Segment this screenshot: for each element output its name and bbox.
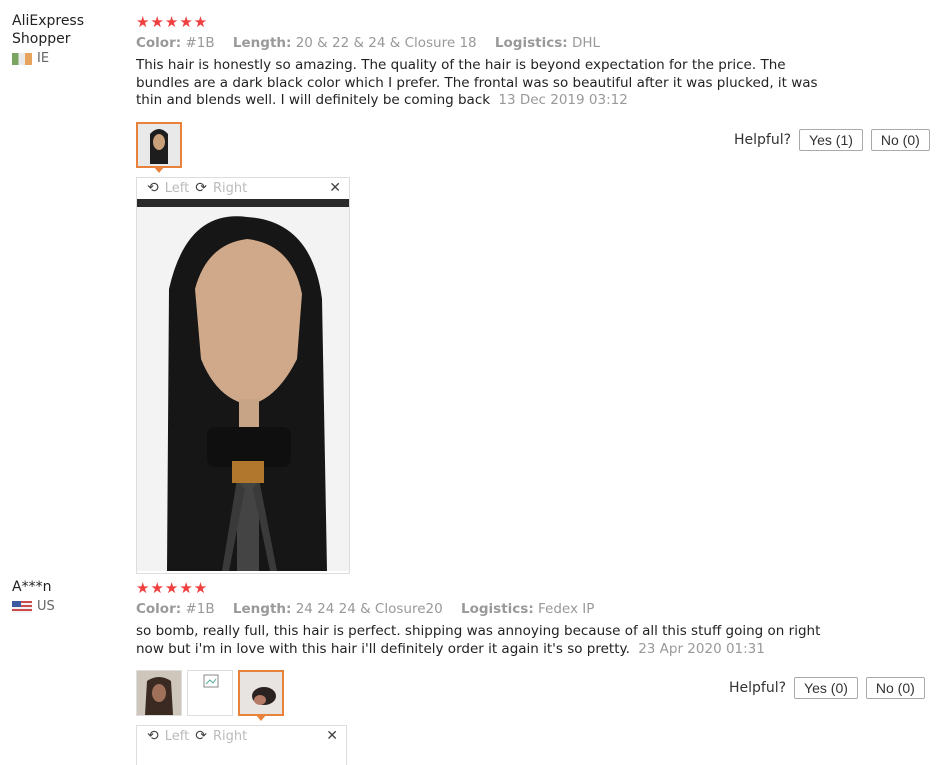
sku-info: Color: #1B Length: 20 & 22 & 24 & Closur… <box>136 35 836 51</box>
length-label: Length: <box>232 35 292 51</box>
review-thumbnails <box>136 122 182 173</box>
reviewer-country: IE <box>12 51 127 66</box>
review-photo-thumbnail[interactable] <box>136 122 182 173</box>
color-value: #1B <box>185 35 215 51</box>
reviewer-name: AliExpress Shopper <box>12 13 85 47</box>
length-label: Length: <box>232 601 292 617</box>
ireland-flag-icon <box>12 52 32 65</box>
helpful-yes-button[interactable]: Yes (0) <box>794 677 858 699</box>
length-value: 20 & 22 & 24 & Closure 18 <box>295 35 477 51</box>
helpful-label: Helpful? <box>734 132 792 148</box>
close-icon[interactable]: ✕ <box>326 728 338 744</box>
viewer-toolbar: ⟲ Left ⟳ Right ✕ <box>137 726 346 746</box>
logistics-value: Fedex IP <box>538 601 595 617</box>
reviewer-country: US <box>12 599 127 614</box>
review-body: ★★★★★ Color: #1B Length: 24 24 24 & Clos… <box>136 579 836 658</box>
review-thumbnails <box>136 670 284 721</box>
length-value: 24 24 24 & Closure20 <box>295 601 443 617</box>
rotate-right-icon[interactable]: ⟳ <box>195 728 207 744</box>
review-body: ★★★★★ Color: #1B Length: 20 & 22 & 24 & … <box>136 13 836 110</box>
helpful-label: Helpful? <box>729 680 787 696</box>
star-rating: ★★★★★ <box>136 13 209 31</box>
color-value: #1B <box>185 601 215 617</box>
review-date: 23 Apr 2020 01:31 <box>638 640 765 657</box>
rotate-left-label[interactable]: Left <box>165 181 189 196</box>
review-text: This hair is honestly so amazing. The qu… <box>136 57 836 110</box>
viewer-toolbar: ⟲ Left ⟳ Right ✕ <box>137 178 349 198</box>
rotate-left-icon[interactable]: ⟲ <box>147 728 159 744</box>
logistics-label: Logistics: <box>494 35 568 51</box>
rotate-right-label[interactable]: Right <box>213 729 247 744</box>
rotate-right-icon[interactable]: ⟳ <box>195 180 207 196</box>
sku-info: Color: #1B Length: 24 24 24 & Closure20 … <box>136 601 836 617</box>
review-photo-thumbnail[interactable] <box>238 670 284 721</box>
photo-viewer: ⟲ Left ⟳ Right ✕ <box>136 177 350 574</box>
reviewer-info: A***n US <box>12 578 127 614</box>
helpful-section: Helpful? Yes (1) No (0) <box>734 129 930 151</box>
review-photo-large <box>137 199 349 571</box>
rotate-right-label[interactable]: Right <box>213 181 247 196</box>
review-content: This hair is honestly so amazing. The qu… <box>136 57 818 108</box>
country-code: US <box>37 599 55 614</box>
helpful-no-button[interactable]: No (0) <box>865 677 925 699</box>
helpful-section: Helpful? Yes (0) No (0) <box>729 677 925 699</box>
color-label: Color: <box>136 601 182 617</box>
review-date: 13 Dec 2019 03:12 <box>498 92 628 108</box>
logistics-label: Logistics: <box>461 601 534 617</box>
photo-viewer: ⟲ Left ⟳ Right ✕ <box>136 725 347 765</box>
logistics-value: DHL <box>571 35 601 51</box>
broken-image-icon <box>203 674 219 688</box>
close-icon[interactable]: ✕ <box>329 180 341 196</box>
selfie-photo-icon <box>137 671 181 715</box>
helpful-yes-button[interactable]: Yes (1) <box>799 129 863 151</box>
wig-photo-icon <box>138 124 180 166</box>
country-code: IE <box>37 51 50 66</box>
reviewer-name: A***n <box>12 579 52 595</box>
review-photo-thumbnail[interactable] <box>187 670 233 716</box>
helpful-no-button[interactable]: No (0) <box>870 129 930 151</box>
color-label: Color: <box>136 35 182 51</box>
rotate-left-icon[interactable]: ⟲ <box>147 180 159 196</box>
usa-flag-icon <box>12 600 32 613</box>
portrait-photo-icon <box>240 672 282 714</box>
rotate-left-label[interactable]: Left <box>165 729 189 744</box>
review-photo-thumbnail[interactable] <box>136 670 182 716</box>
star-rating: ★★★★★ <box>136 579 209 597</box>
wig-photo <box>137 199 349 571</box>
review-text: so bomb, really full, this hair is perfe… <box>136 623 836 658</box>
reviewer-info: AliExpress Shopper IE <box>12 12 127 66</box>
